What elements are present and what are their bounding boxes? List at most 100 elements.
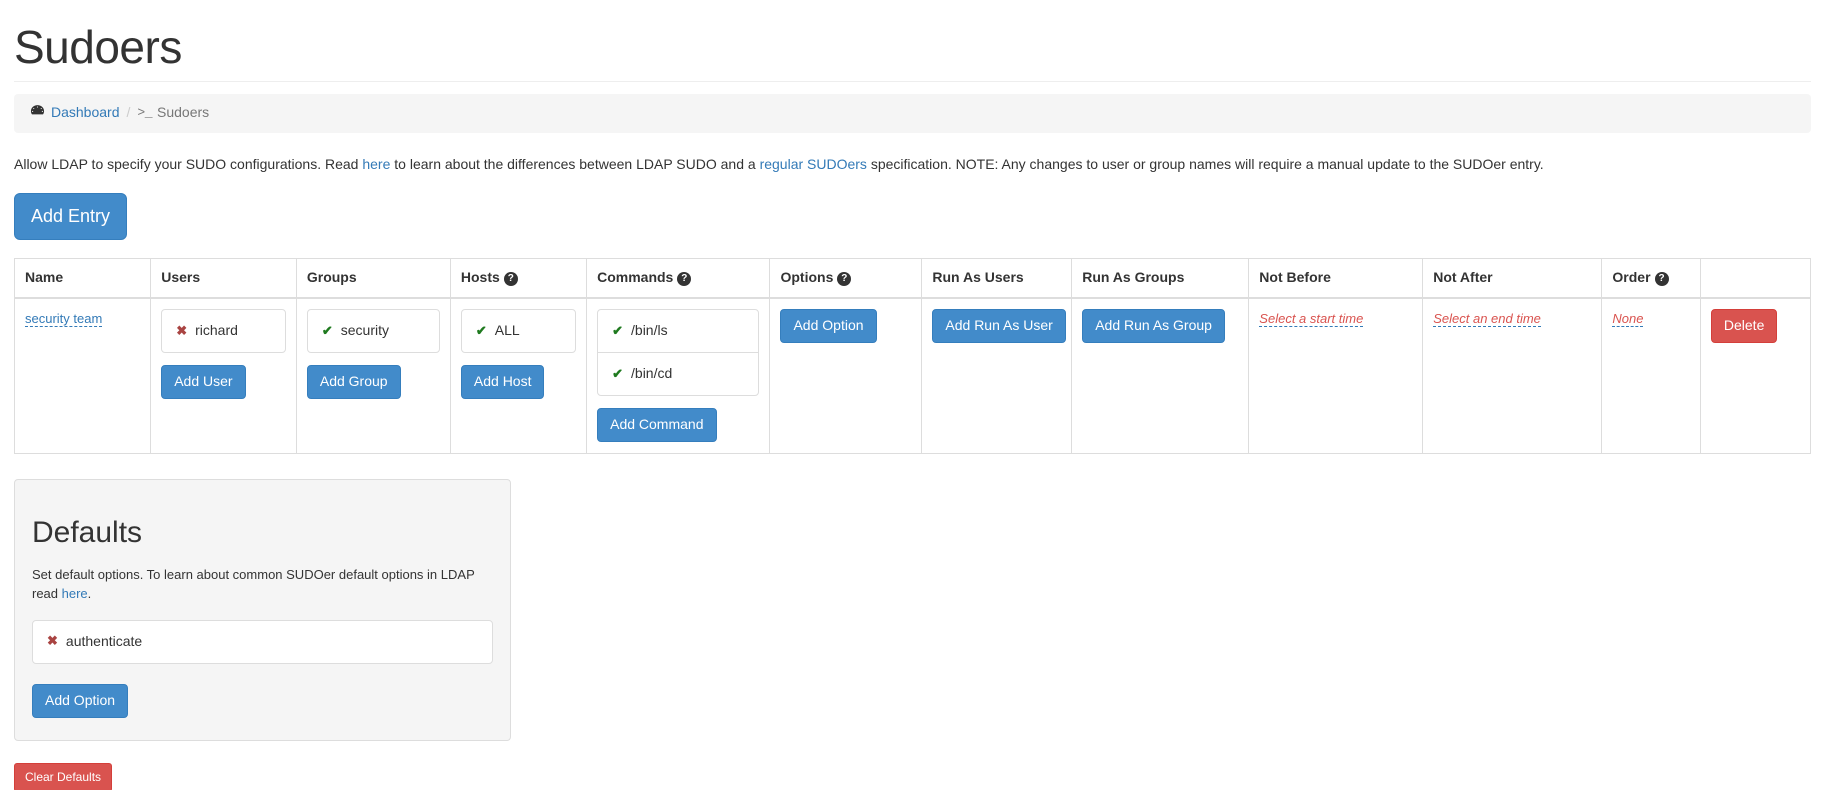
col-header-label: Options: [780, 269, 833, 285]
cell-hosts: ✔ ALL Add Host: [450, 298, 586, 453]
defaults-options-list: ✖ authenticate: [32, 620, 493, 664]
clear-defaults-button[interactable]: Clear Defaults: [14, 763, 112, 790]
list-item-label: ALL: [495, 321, 520, 341]
hosts-list: ✔ ALL: [461, 309, 576, 353]
entry-name-link[interactable]: security team: [25, 311, 102, 327]
list-item-label: /bin/ls: [631, 321, 668, 341]
col-header-groups: Groups: [296, 259, 450, 298]
col-header-not-before: Not Before: [1249, 259, 1423, 298]
cell-run-as-users: Add Run As User: [922, 298, 1072, 453]
col-header-label: Hosts: [461, 269, 500, 285]
col-header-label: Users: [161, 269, 200, 285]
add-run-as-group-button[interactable]: Add Run As Group: [1082, 309, 1225, 343]
delete-button[interactable]: Delete: [1711, 309, 1777, 343]
intro-text-1: Allow LDAP to specify your SUDO configur…: [14, 156, 362, 172]
not-before-link[interactable]: Select a start time: [1259, 311, 1363, 327]
terminal-prompt-icon: >_: [137, 104, 152, 123]
col-header-label: Not Before: [1259, 269, 1331, 285]
col-header-not-after: Not After: [1423, 259, 1602, 298]
cell-commands: ✔ /bin/ls ✔ /bin/cd Add Command: [587, 298, 770, 453]
add-command-button[interactable]: Add Command: [597, 408, 716, 442]
add-entry-button[interactable]: Add Entry: [14, 193, 127, 241]
col-header-commands: Commands?: [587, 259, 770, 298]
breadcrumb: Dashboard / >_ Sudoers: [14, 94, 1811, 133]
defaults-description: Set default options. To learn about comm…: [32, 565, 484, 604]
page-description: Allow LDAP to specify your SUDO configur…: [14, 155, 1811, 175]
help-icon[interactable]: ?: [677, 272, 691, 286]
col-header-users: Users: [151, 259, 297, 298]
cross-icon: ✖: [47, 632, 58, 651]
intro-text-3: specification. NOTE: Any changes to user…: [867, 156, 1544, 172]
order-link[interactable]: None: [1612, 311, 1643, 327]
add-user-button[interactable]: Add User: [161, 365, 245, 399]
cell-run-as-groups: Add Run As Group: [1072, 298, 1249, 453]
list-item-label: authenticate: [66, 632, 142, 652]
dashboard-icon: [30, 103, 45, 124]
col-header-label: Commands: [597, 269, 673, 285]
add-run-as-user-button[interactable]: Add Run As User: [932, 309, 1065, 343]
breadcrumb-separator: /: [120, 103, 138, 123]
col-header-run-as-users: Run As Users: [922, 259, 1072, 298]
cell-users: ✖ richard Add User: [151, 298, 297, 453]
breadcrumb-dashboard-link[interactable]: Dashboard: [51, 103, 120, 123]
col-header-label: Groups: [307, 269, 357, 285]
list-item[interactable]: ✔ /bin/ls: [598, 310, 758, 352]
col-header-run-as-groups: Run As Groups: [1072, 259, 1249, 298]
help-icon[interactable]: ?: [1655, 272, 1669, 286]
intro-link-here[interactable]: here: [362, 156, 390, 172]
intro-link-sudoers[interactable]: regular SUDOers: [760, 156, 867, 172]
cell-groups: ✔ security Add Group: [296, 298, 450, 453]
intro-text-2: to learn about the differences between L…: [390, 156, 759, 172]
add-group-button[interactable]: Add Group: [307, 365, 401, 399]
col-header-label: Name: [25, 269, 63, 285]
not-after-link[interactable]: Select an end time: [1433, 311, 1541, 327]
cell-actions: Delete: [1700, 298, 1810, 453]
defaults-panel: Defaults Set default options. To learn a…: [14, 479, 511, 741]
col-header-label: Order: [1612, 269, 1650, 285]
page-root: Sudoers Dashboard / >_ Sudoers Allow LDA…: [0, 22, 1825, 790]
list-item-label: /bin/cd: [631, 364, 672, 384]
col-header-actions: [1700, 259, 1810, 298]
check-icon: ✔: [612, 365, 623, 384]
help-icon[interactable]: ?: [504, 272, 518, 286]
page-title: Sudoers: [14, 22, 1811, 73]
col-header-options: Options?: [770, 259, 922, 298]
title-divider: [14, 81, 1811, 82]
add-option-button[interactable]: Add Option: [780, 309, 876, 343]
defaults-desc-text-2: .: [88, 586, 92, 601]
table-row: security team ✖ richard Add User ✔: [15, 298, 1811, 453]
add-host-button[interactable]: Add Host: [461, 365, 545, 399]
cell-order: None: [1602, 298, 1700, 453]
defaults-link-here[interactable]: here: [62, 586, 88, 601]
users-list: ✖ richard: [161, 309, 286, 353]
check-icon: ✔: [612, 322, 623, 341]
sudoers-table: Name Users Groups Hosts? Commands? Optio…: [14, 258, 1811, 453]
list-item[interactable]: ✔ ALL: [462, 310, 575, 352]
col-header-label: Not After: [1433, 269, 1492, 285]
check-icon: ✔: [322, 322, 333, 341]
help-icon[interactable]: ?: [837, 272, 851, 286]
breadcrumb-current: Sudoers: [157, 103, 209, 123]
defaults-title: Defaults: [32, 512, 493, 555]
cross-icon: ✖: [176, 322, 187, 341]
col-header-order: Order?: [1602, 259, 1700, 298]
col-header-name: Name: [15, 259, 151, 298]
cell-not-before: Select a start time: [1249, 298, 1423, 453]
list-item[interactable]: ✖ richard: [162, 310, 285, 352]
table-header-row: Name Users Groups Hosts? Commands? Optio…: [15, 259, 1811, 298]
list-item-label: security: [341, 321, 389, 341]
col-header-hosts: Hosts?: [450, 259, 586, 298]
list-item[interactable]: ✖ authenticate: [33, 621, 492, 663]
col-header-label: Run As Groups: [1082, 269, 1184, 285]
defaults-desc-text-1: Set default options. To learn about comm…: [32, 567, 475, 602]
groups-list: ✔ security: [307, 309, 440, 353]
defaults-add-option-button[interactable]: Add Option: [32, 684, 128, 718]
commands-list: ✔ /bin/ls ✔ /bin/cd: [597, 309, 759, 396]
list-item[interactable]: ✔ /bin/cd: [598, 352, 758, 395]
cell-name: security team: [15, 298, 151, 453]
cell-options: Add Option: [770, 298, 922, 453]
list-item[interactable]: ✔ security: [308, 310, 439, 352]
list-item-label: richard: [195, 321, 238, 341]
col-header-label: Run As Users: [932, 269, 1023, 285]
check-icon: ✔: [476, 322, 487, 341]
